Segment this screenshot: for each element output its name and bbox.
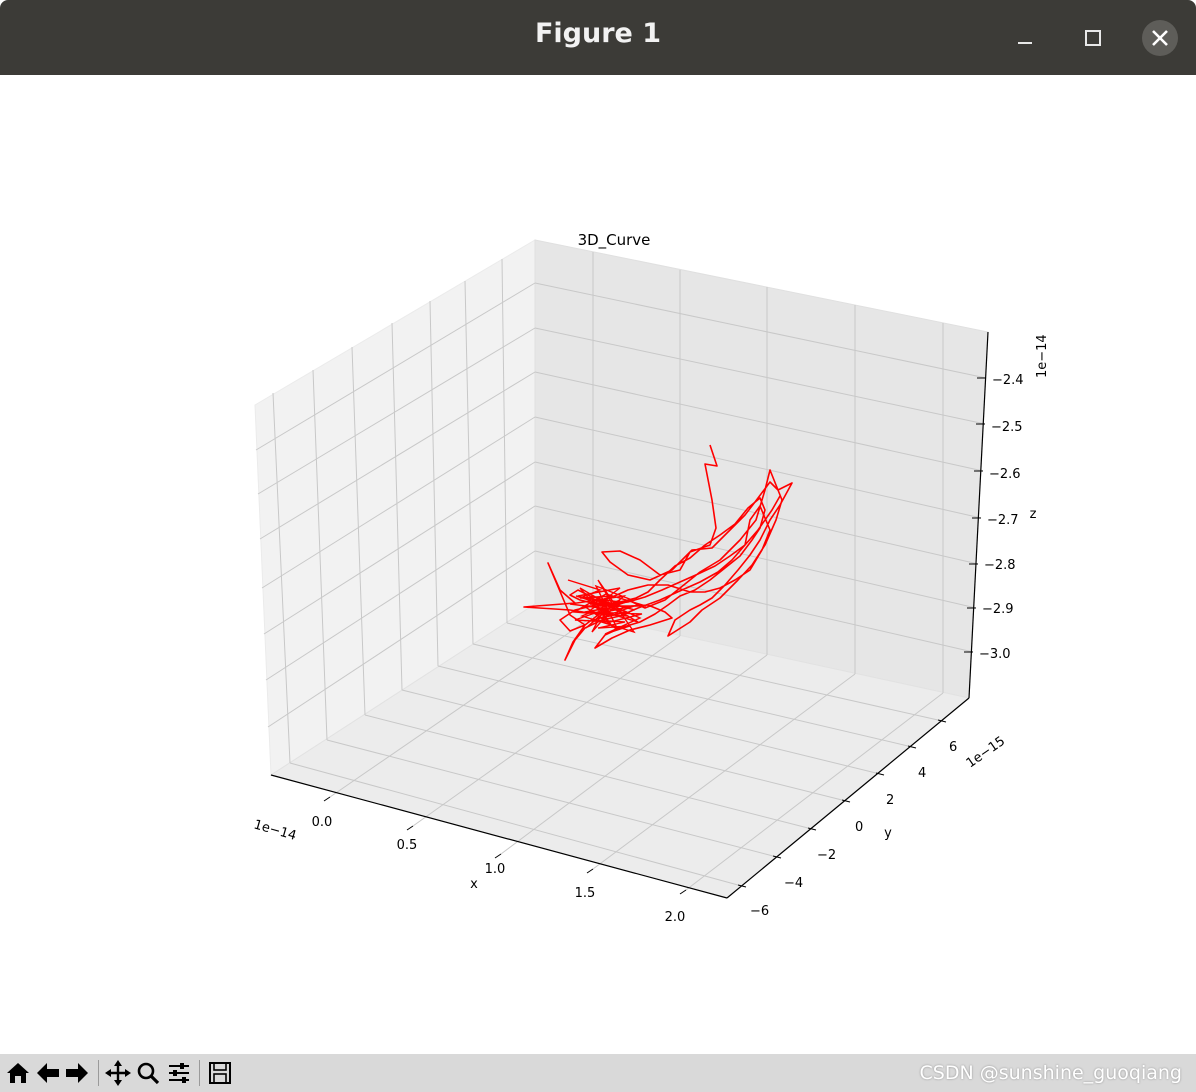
x-tick-label: 0.5 bbox=[397, 838, 418, 853]
home-icon bbox=[7, 1063, 29, 1083]
y-tick-label: 6 bbox=[949, 740, 957, 755]
y-tick-label: 4 bbox=[918, 766, 926, 781]
back-button[interactable] bbox=[34, 1059, 62, 1087]
matplotlib-toolbar: CSDN @sunshine_guoqiang bbox=[0, 1054, 1196, 1092]
watermark-text: CSDN @sunshine_guoqiang bbox=[919, 1062, 1182, 1084]
x-offset-label: 1e−14 bbox=[252, 817, 298, 843]
y-tick-label: −6 bbox=[750, 904, 769, 919]
x-axis-label: x bbox=[470, 877, 478, 892]
y-tick-label: 2 bbox=[886, 793, 894, 808]
window-titlebar: Figure 1 bbox=[0, 0, 1196, 75]
y-tick-label: 0 bbox=[855, 820, 863, 835]
z-tick-label: −2.5 bbox=[991, 420, 1023, 435]
close-button[interactable] bbox=[1142, 20, 1178, 56]
x-tick-label: 1.5 bbox=[575, 886, 596, 901]
configure-button[interactable] bbox=[165, 1059, 193, 1087]
save-button[interactable] bbox=[206, 1059, 234, 1087]
z-offset-label: 1e−14 bbox=[1035, 334, 1050, 378]
maximize-icon bbox=[1085, 30, 1101, 46]
plot-3d: 3D_Curve 0.0 0.5 1.0 1.5 2.0 x 1e−14 −6 … bbox=[252, 231, 1050, 925]
z-tick-label: −2.7 bbox=[987, 513, 1019, 528]
forward-icon bbox=[66, 1063, 88, 1083]
y-tick-label: −2 bbox=[817, 848, 836, 863]
back-icon bbox=[37, 1063, 59, 1083]
x-tick-label: 1.0 bbox=[485, 862, 506, 877]
z-axis-label: z bbox=[1030, 507, 1037, 522]
home-button[interactable] bbox=[4, 1059, 32, 1087]
z-tick-label: −2.6 bbox=[989, 467, 1021, 482]
z-tick-label: −3.0 bbox=[979, 647, 1011, 662]
x-tick-label: 2.0 bbox=[665, 910, 686, 925]
z-tick-label: −2.8 bbox=[984, 558, 1016, 573]
pan-icon bbox=[105, 1060, 131, 1086]
minimize-icon bbox=[1018, 42, 1032, 44]
y-tick-label: −4 bbox=[784, 876, 803, 891]
z-tick-label: −2.9 bbox=[982, 602, 1014, 617]
x-tick-label: 0.0 bbox=[312, 815, 333, 830]
zoom-button[interactable] bbox=[134, 1059, 162, 1087]
chart-title: 3D_Curve bbox=[578, 231, 651, 250]
minimize-button[interactable] bbox=[1007, 20, 1043, 56]
y-offset-label: 1e−15 bbox=[964, 734, 1008, 771]
z-tick-label: −2.4 bbox=[992, 373, 1024, 388]
forward-button[interactable] bbox=[63, 1059, 91, 1087]
pan-button[interactable] bbox=[104, 1059, 132, 1087]
save-icon bbox=[209, 1062, 231, 1084]
figure-canvas[interactable]: 3D_Curve 0.0 0.5 1.0 1.5 2.0 x 1e−14 −6 … bbox=[0, 75, 1196, 1054]
toolbar-separator bbox=[199, 1060, 200, 1086]
y-axis-label: y bbox=[884, 826, 892, 841]
maximize-button[interactable] bbox=[1075, 20, 1111, 56]
toolbar-separator bbox=[98, 1060, 99, 1086]
close-icon bbox=[1152, 30, 1168, 46]
zoom-icon bbox=[137, 1062, 160, 1085]
configure-icon bbox=[169, 1063, 189, 1083]
